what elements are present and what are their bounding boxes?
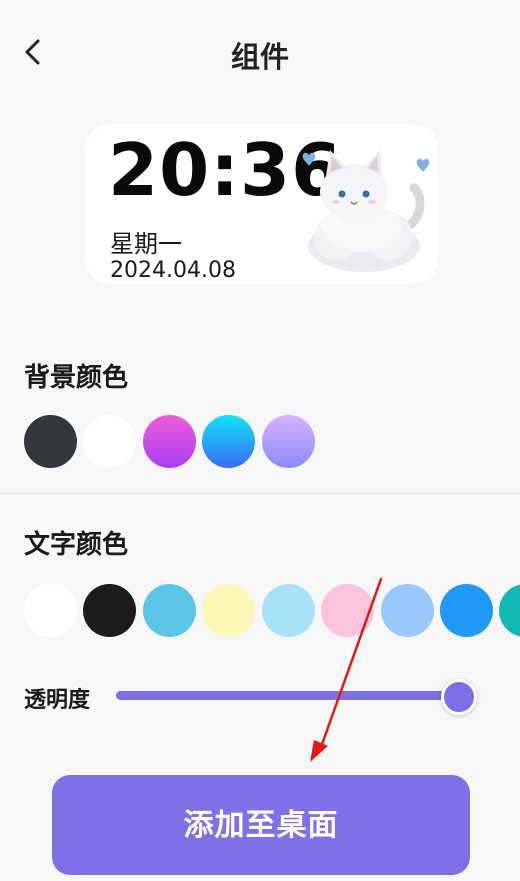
- widget-weekday: 星期一: [110, 230, 182, 258]
- text-swatch-periwinkle[interactable]: [381, 584, 434, 637]
- bg-swatch-white[interactable]: [83, 415, 136, 468]
- bg-swatch-cyan-blue-gradient[interactable]: [202, 415, 255, 468]
- text-color-swatches: [24, 584, 520, 638]
- opacity-label: 透明度: [24, 688, 91, 713]
- widget-preview-card: 20:36 星期一 2024.04.08: [86, 124, 438, 284]
- text-swatch-light-cyan[interactable]: [262, 584, 315, 637]
- opacity-slider-fill: [116, 691, 459, 700]
- text-swatch-black[interactable]: [83, 584, 136, 637]
- text-swatch-sky-blue[interactable]: [143, 584, 196, 637]
- text-swatch-teal[interactable]: [499, 584, 520, 637]
- background-color-label: 背景颜色: [24, 363, 129, 393]
- cat-cloud-illustration: [302, 150, 430, 272]
- bg-swatch-dark-gray[interactable]: [24, 415, 77, 468]
- opacity-slider-thumb[interactable]: [441, 679, 477, 715]
- text-swatch-light-pink[interactable]: [321, 584, 374, 637]
- add-to-desktop-button[interactable]: 添加至桌面: [52, 775, 470, 875]
- bg-swatch-lavender-gradient[interactable]: [262, 415, 315, 468]
- text-swatch-light-yellow[interactable]: [202, 584, 255, 637]
- bg-swatch-pink-purple-gradient[interactable]: [143, 415, 196, 468]
- text-swatch-blue[interactable]: [440, 584, 493, 637]
- text-color-label: 文字颜色: [24, 530, 129, 560]
- section-divider: [0, 493, 520, 494]
- text-swatch-white[interactable]: [24, 584, 77, 637]
- widget-date: 2024.04.08: [110, 258, 236, 283]
- header-bar: 组件: [0, 0, 520, 104]
- background-color-swatches: [24, 415, 520, 469]
- page-title: 组件: [230, 40, 289, 74]
- opacity-slider[interactable]: [116, 679, 477, 715]
